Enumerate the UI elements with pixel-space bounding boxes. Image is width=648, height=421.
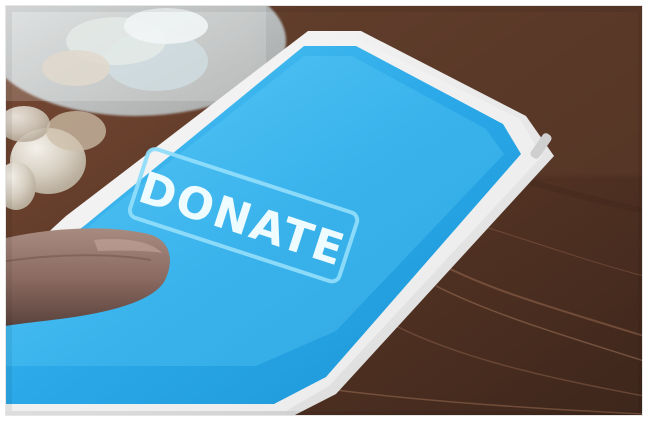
photo-frame: DONATE bbox=[5, 5, 643, 416]
donate-photo: DONATE bbox=[6, 6, 642, 415]
